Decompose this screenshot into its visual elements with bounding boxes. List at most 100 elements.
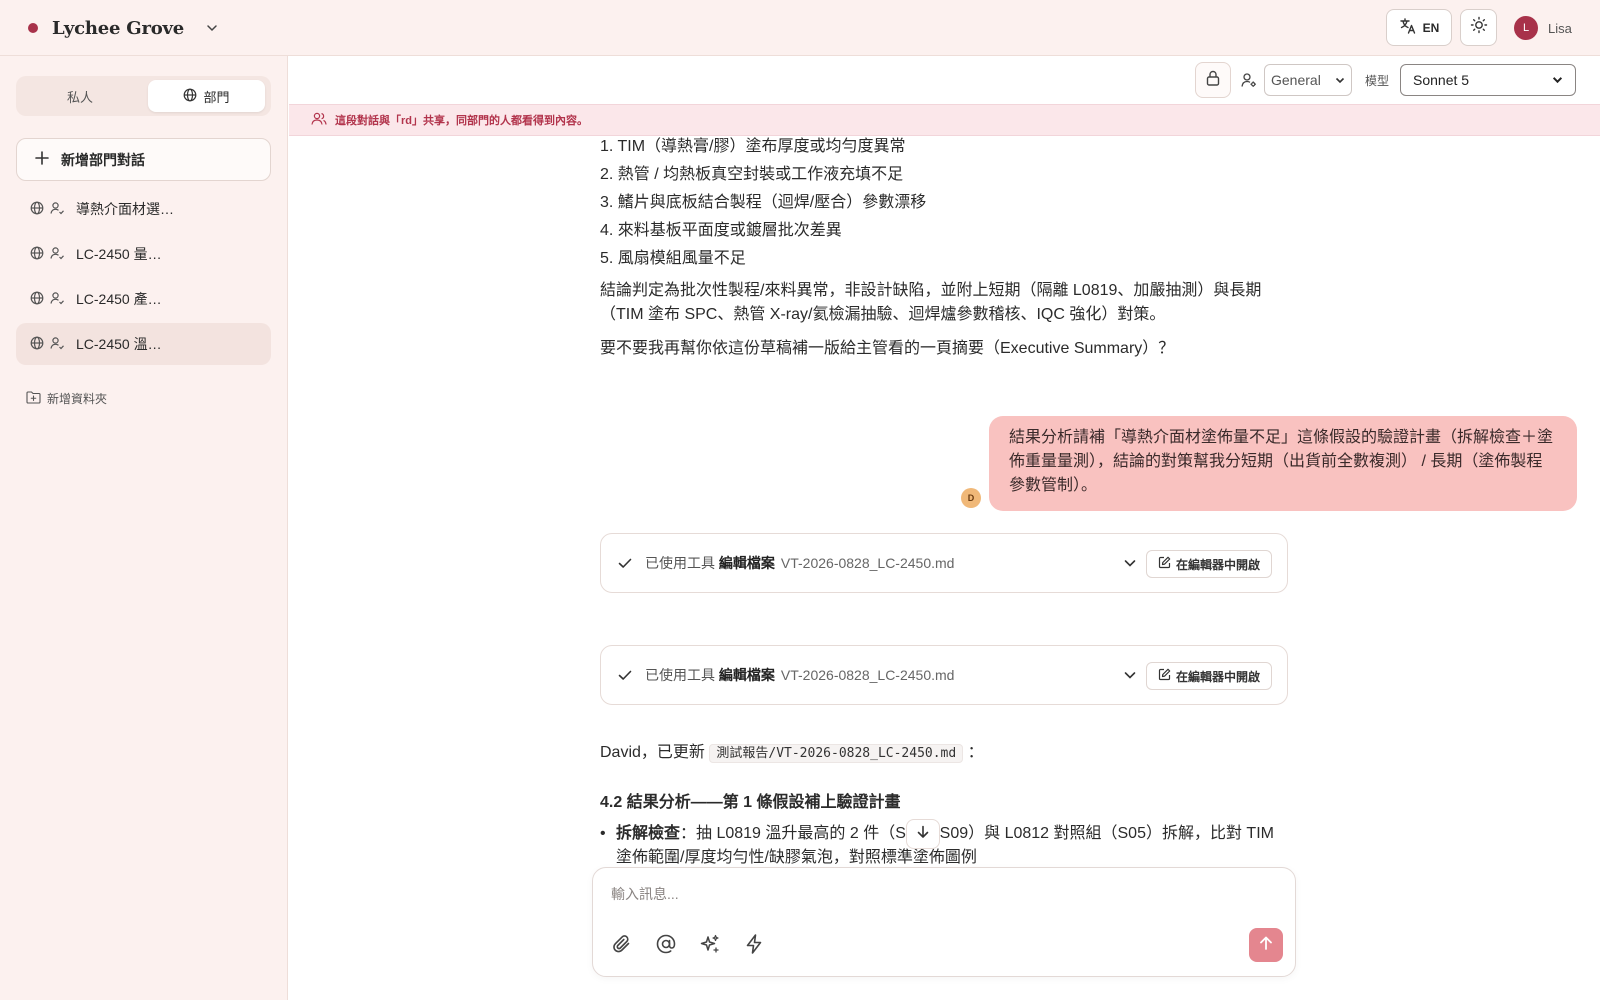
sidebar-conversation-label: LC-2450 產…	[76, 291, 162, 307]
conclusion-line: 結論判定為批次性製程/來料異常，非設計缺陷，並附上短期（隔離 L0819、加嚴抽…	[600, 282, 1262, 299]
scope-tabs: 私人 部門	[16, 76, 271, 116]
model-label: 模型	[1365, 74, 1390, 88]
open-in-editor-button[interactable]: 在編輯器中開啟	[1146, 550, 1272, 578]
update-prefix: David，已更新	[600, 744, 705, 761]
new-department-conversation-button[interactable]: 新增部門對話	[16, 138, 271, 181]
chevron-down-icon	[1552, 72, 1563, 88]
language-button[interactable]: EN	[1386, 9, 1452, 46]
section-heading: 4.2 結果分析——第 1 條假設補上驗證計畫	[600, 794, 901, 811]
user-message-bubble: 結果分析請補「導熱介面材塗佈量不足」這條假設的驗證計畫（拆解檢查＋塗佈重量量測）…	[989, 416, 1577, 511]
list-item: 3. 鰭片與底板結合製程（迴焊/壓合）參數漂移	[600, 194, 927, 211]
new-department-conversation-label: 新增部門對話	[61, 151, 145, 168]
plus-icon	[35, 151, 49, 168]
tool-name: 編輯檔案	[718, 667, 775, 683]
sidebar-conversation-label: LC-2450 量…	[76, 246, 162, 262]
avatar: D	[961, 488, 981, 508]
sharing-lock-button[interactable]	[1195, 62, 1231, 98]
tool-use-card[interactable]: 已使用工具 編輯檔案 VT-2026-0828_LC-2450.md 在編輯器中…	[600, 533, 1288, 593]
mention-icon[interactable]	[653, 931, 679, 957]
workspace-switcher[interactable]: Lychee Grove	[28, 16, 220, 40]
globe-icon	[30, 201, 44, 218]
sidebar-conversation-label: 導熱介面材選…	[76, 201, 174, 217]
tool-name: 編輯檔案	[718, 555, 775, 571]
avatar: L	[1514, 16, 1538, 40]
chevron-down-icon[interactable]	[1123, 668, 1137, 687]
tab-private[interactable]: 私人	[20, 80, 140, 112]
tab-department-label: 部門	[203, 89, 230, 105]
send-button[interactable]	[1249, 928, 1283, 962]
users-icon	[311, 112, 327, 129]
workspace-name: Lychee Grove	[52, 17, 185, 39]
brand-dot	[28, 23, 38, 33]
sidebar-conversation-2[interactable]: LC-2450 量…	[16, 233, 271, 275]
shared-user-icon	[50, 201, 64, 218]
update-notice: David，已更新 測試報告/VT-2026-0828_LC-2450.md ：	[600, 741, 1288, 766]
folder-plus-icon	[26, 390, 41, 407]
tool-file-name: VT-2026-0828_LC-2450.md	[780, 555, 955, 571]
update-suffix: ：	[967, 744, 984, 761]
bullet-text: ：抽 L0819 溫升最高的 2 件（S04、S09）與 L0812 對照組（S…	[680, 825, 1274, 842]
share-banner-text: 這段對話與「rd」共享，同部門的人都看得到內容。	[335, 115, 588, 127]
scroll-to-bottom-button[interactable]	[906, 819, 940, 849]
list-item: 1. TIM（導熱膏/膠）塗布厚度或均勻度異常	[600, 138, 906, 155]
open-in-editor-label: 在編輯器中開啟	[1175, 557, 1260, 572]
translate-icon	[1399, 17, 1417, 38]
chat-header: General 模型 Sonnet 5	[289, 56, 1600, 104]
sidebar: 私人 部門 新增部門對話 導熱介面材選… LC-2450 量… LC-2450 …	[0, 56, 288, 1000]
chevron-down-icon[interactable]	[1123, 556, 1137, 575]
shared-user-icon	[50, 336, 64, 353]
model-value: Sonnet 5	[1413, 72, 1470, 88]
list-item: 5. 風扇模組風量不足	[600, 250, 746, 267]
globe-icon	[30, 291, 44, 308]
message-input[interactable]	[611, 882, 1271, 906]
sidebar-conversation-label: LC-2450 溫…	[76, 336, 162, 352]
check-icon	[617, 554, 635, 572]
bullet-bold: 拆解檢查	[616, 825, 681, 842]
persona-select[interactable]: General	[1264, 64, 1352, 96]
tool-use-card[interactable]: 已使用工具 編輯檔案 VT-2026-0828_LC-2450.md 在編輯器中…	[600, 645, 1288, 705]
conclusion-paragraph: 結論判定為批次性製程/來料異常，非設計缺陷，並附上短期（隔離 L0819、加嚴抽…	[600, 279, 1288, 327]
tool-use-text: 已使用工具 編輯檔案	[645, 553, 775, 573]
lock-icon	[1204, 69, 1222, 92]
message-composer	[592, 867, 1296, 977]
sun-icon	[1470, 16, 1488, 39]
assistant-question: 要不要我再幫你依這份草稿補一版給主管看的一頁摘要（Executive Summa…	[600, 340, 1175, 357]
shared-user-icon	[50, 246, 64, 263]
updated-file-path: 測試報告/VT-2026-0828_LC-2450.md	[709, 744, 964, 763]
shared-user-icon	[50, 291, 64, 308]
new-folder-label: 新增資料夾	[47, 392, 108, 406]
tool-use-prefix: 已使用工具	[645, 555, 715, 571]
model-select[interactable]: Sonnet 5	[1400, 64, 1576, 96]
new-folder-button[interactable]: 新增資料夾	[26, 390, 107, 407]
arrow-down-icon	[916, 825, 930, 844]
lightning-icon[interactable]	[741, 931, 767, 957]
edit-icon	[1158, 556, 1171, 572]
paperclip-icon[interactable]	[609, 931, 635, 957]
list-item: 4. 來料基板平面度或鍍層批次差異	[600, 222, 842, 239]
globe-icon	[183, 88, 197, 105]
edit-icon	[1158, 668, 1171, 684]
list-item: 2. 熱管 / 均熱板真空封裝或工作液充填不足	[600, 166, 904, 183]
arrow-up-icon	[1258, 935, 1274, 956]
sidebar-conversation-3[interactable]: LC-2450 產…	[16, 278, 271, 320]
globe-icon	[30, 246, 44, 263]
cause-list: 1. TIM（導熱膏/膠）塗布厚度或均勻度異常 2. 熱管 / 均熱板真空封裝或…	[600, 137, 926, 273]
persona-icon	[1241, 72, 1257, 93]
tool-file-name: VT-2026-0828_LC-2450.md	[780, 667, 955, 683]
open-in-editor-label: 在編輯器中開啟	[1175, 669, 1260, 684]
persona-value: General	[1271, 72, 1321, 88]
globe-icon	[30, 336, 44, 353]
user-menu[interactable]: L Lisa	[1514, 16, 1572, 40]
list-item: 拆解檢查：抽 L0819 溫升最高的 2 件（S04、S09）與 L0812 對…	[600, 822, 1288, 870]
sidebar-conversation-4[interactable]: LC-2450 溫…	[16, 323, 271, 365]
sidebar-conversation-1[interactable]: 導熱介面材選…	[16, 188, 271, 230]
top-bar: Lychee Grove EN L Lisa	[0, 0, 1600, 56]
theme-toggle-button[interactable]	[1460, 9, 1497, 46]
open-in-editor-button[interactable]: 在編輯器中開啟	[1146, 662, 1272, 690]
share-banner: 這段對話與「rd」共享，同部門的人都看得到內容。	[289, 104, 1600, 136]
tool-use-prefix: 已使用工具	[645, 667, 715, 683]
chevron-down-icon	[1335, 72, 1345, 88]
chevron-down-icon	[206, 21, 220, 35]
sparkles-icon[interactable]	[697, 931, 723, 957]
tab-department[interactable]: 部門	[148, 80, 265, 112]
